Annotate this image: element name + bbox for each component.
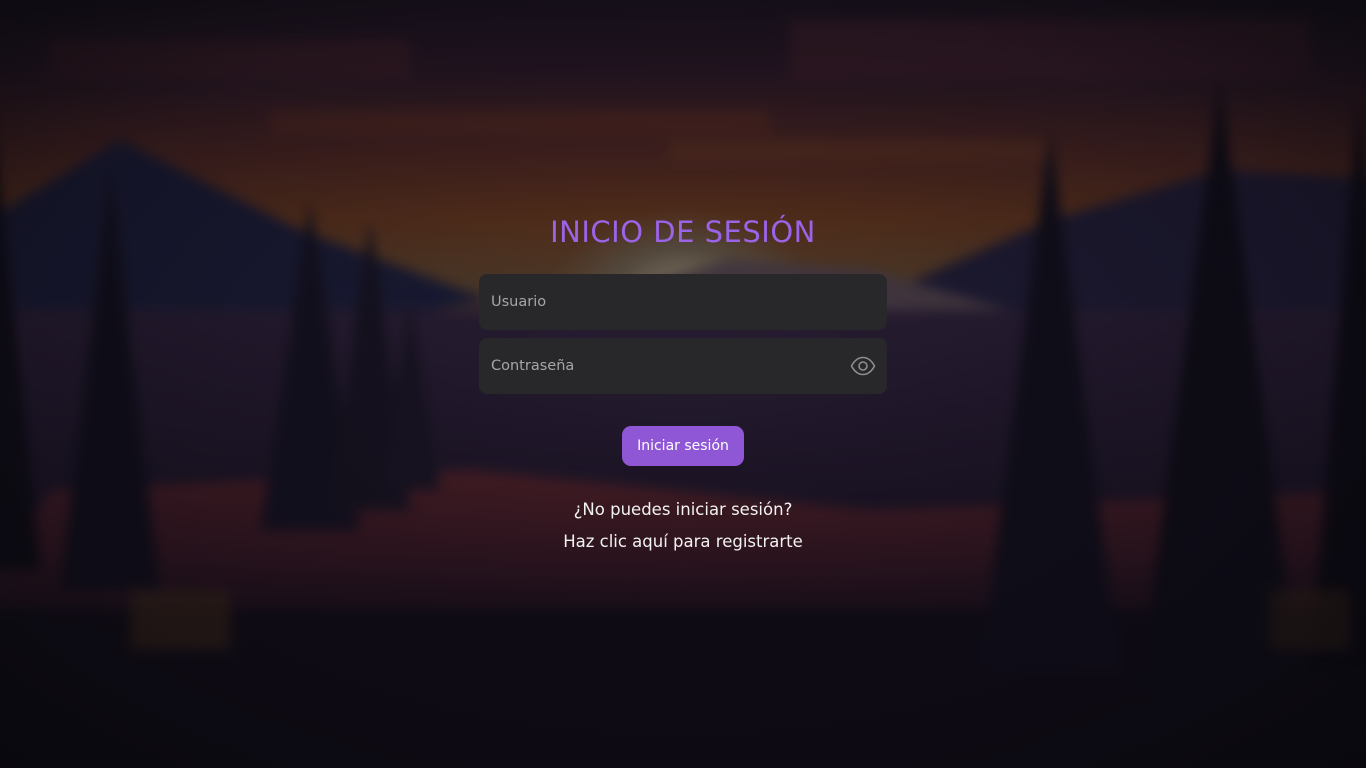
password-input[interactable] <box>479 338 887 394</box>
eye-icon[interactable] <box>850 355 876 377</box>
forgot-login-link[interactable]: ¿No puedes iniciar sesión? <box>574 499 793 521</box>
password-field <box>479 338 887 394</box>
register-link[interactable]: Haz clic aquí para registrarte <box>563 531 803 553</box>
login-form: INICIO DE SESIÓN Iniciar sesión ¿No pued… <box>479 210 887 553</box>
username-input[interactable] <box>479 274 887 330</box>
page-title: INICIO DE SESIÓN <box>550 215 816 249</box>
username-field <box>479 274 887 330</box>
login-button[interactable]: Iniciar sesión <box>622 426 744 466</box>
